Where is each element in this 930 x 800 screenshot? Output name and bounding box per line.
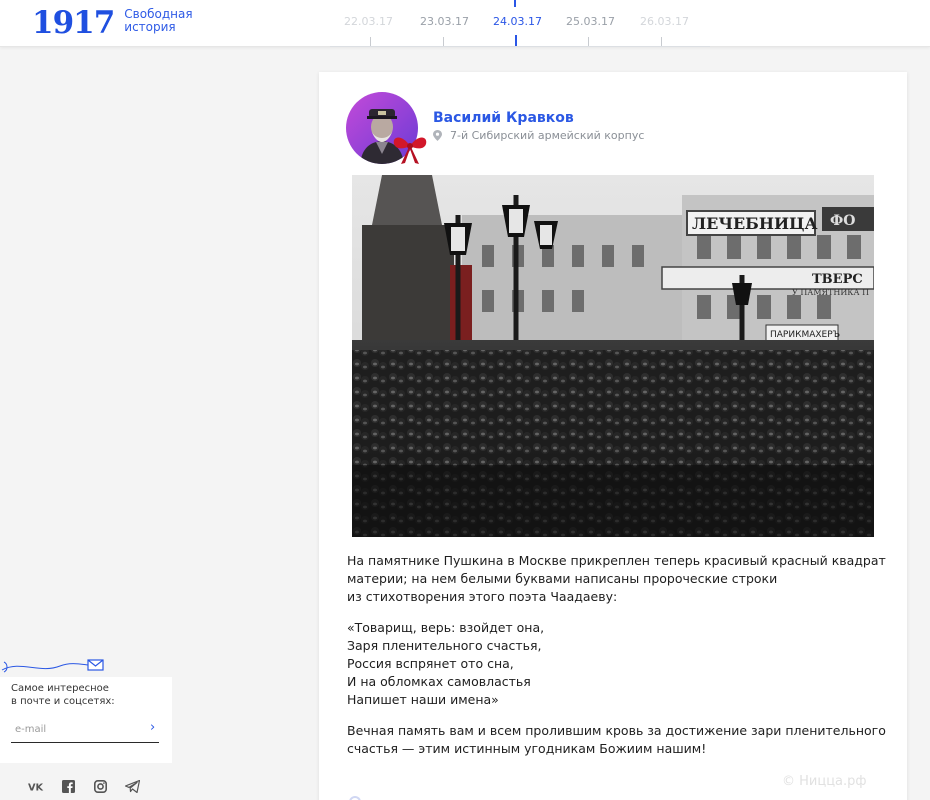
site-logo[interactable]: 1917 Свободная история — [32, 6, 193, 40]
poem-line: Напишет наши имена» — [347, 692, 499, 707]
timeline-date[interactable]: 26.03.17 — [640, 15, 689, 28]
photo-sign-text: ЛЕЧЕБНИЦА — [692, 214, 818, 233]
poem-line: «Товарищ, верь: взойдет она, — [347, 620, 545, 635]
poem-line: И на обломках самовластья — [347, 674, 531, 689]
paragraph-line: из стихотворения этого поэта Чаадаеву: — [347, 589, 618, 604]
post-card: Василий Кравков 7-й Сибирский армейский … — [319, 72, 907, 800]
email-field[interactable] — [11, 717, 159, 743]
timeline-date[interactable]: 25.03.17 — [566, 15, 615, 28]
instagram-glyph — [93, 779, 107, 793]
post-photo[interactable]: ЛЕЧЕБНИЦА ФО ТВЕРС У ПАМЯТНИКА П ПАРИКМА… — [352, 175, 874, 537]
photo-sign-text: ПАРИКМАХЕРЪ — [770, 330, 840, 340]
poem-line: Россия вспрянет ото сна, — [347, 656, 514, 671]
paragraph-line: материи; на нем белыми буквами написаны … — [347, 571, 778, 586]
author-name[interactable]: Василий Кравков — [433, 110, 574, 126]
photo-sign-text: ФО — [830, 213, 855, 229]
photo-sign-text: ТВЕРС — [812, 272, 863, 287]
telegram-glyph — [124, 779, 140, 793]
date-timeline: 22.03.17 23.03.17 24.03.17 25.03.17 26.0… — [330, 0, 710, 47]
paragraph-line: счастья — этим истинным угодникам Божиим… — [347, 741, 707, 756]
logo-tagline-line2: история — [124, 20, 176, 34]
timeline-pointer — [514, 0, 516, 7]
timeline-date[interactable]: 23.03.17 — [420, 15, 469, 28]
vk-glyph: VK — [28, 782, 44, 792]
vk-icon-text: VK — [28, 782, 44, 792]
loading-spinner-icon — [349, 796, 361, 800]
timeline-tick-active — [515, 35, 517, 46]
subscribe-text: Самое интересное в почте и соцсетях: — [11, 682, 161, 708]
poem-line: Заря пленительного счастья, — [347, 638, 542, 653]
post-paragraph: На памятнике Пушкина в Москве прикреплен… — [347, 552, 892, 606]
logo-tagline-line1: Свободная — [124, 7, 193, 21]
timeline-tick — [661, 37, 662, 46]
ribbon-bow-icon — [393, 137, 427, 164]
post-body: На памятнике Пушкина в Москве прикреплен… — [347, 552, 892, 771]
facebook-icon[interactable] — [60, 778, 76, 794]
subscribe-text-line1: Самое интересное — [11, 683, 109, 694]
author-location-text: 7-й Сибирский армейский корпус — [450, 129, 645, 142]
mail-plane-icon — [1, 659, 104, 673]
timeline-tick — [370, 37, 371, 46]
facebook-glyph — [61, 779, 75, 793]
subscribe-text-line2: в почте и соцсетях: — [11, 696, 115, 707]
timeline-line — [330, 46, 710, 47]
subscribe-submit-button[interactable]: › — [150, 721, 155, 735]
timeline-date[interactable]: 22.03.17 — [344, 15, 393, 28]
timeline-tick — [588, 37, 589, 46]
author-location: 7-й Сибирский армейский корпус — [433, 129, 644, 142]
telegram-icon[interactable] — [124, 778, 140, 794]
instagram-icon[interactable] — [92, 778, 108, 794]
logo-tagline: Свободная история — [124, 8, 192, 34]
pin-icon — [433, 130, 442, 141]
watermark: © Ницца.рф — [782, 774, 867, 789]
timeline-tick — [443, 37, 444, 46]
photo-sign-text: У ПАМЯТНИКА П — [792, 288, 869, 297]
subscribe-box: Самое интересное в почте и соцсетях: › — [0, 677, 172, 763]
paragraph-line: Вечная память вам и всем пролившим кровь… — [347, 723, 886, 738]
social-links: VK — [28, 778, 156, 794]
vk-icon[interactable]: VK — [28, 778, 44, 794]
site-header: 1917 Свободная история 22.03.17 23.03.17… — [0, 0, 930, 47]
paragraph-line: На памятнике Пушкина в Москве прикреплен… — [347, 553, 886, 568]
post-poem: «Товарищ, верь: взойдет она, Заря пленит… — [347, 619, 892, 709]
logo-number: 1917 — [32, 5, 115, 41]
post-paragraph: Вечная память вам и всем пролившим кровь… — [347, 722, 892, 758]
timeline-date-active[interactable]: 24.03.17 — [493, 15, 542, 28]
historical-crowd-photo: ЛЕЧЕБНИЦА ФО ТВЕРС У ПАМЯТНИКА П ПАРИКМА… — [352, 175, 874, 537]
